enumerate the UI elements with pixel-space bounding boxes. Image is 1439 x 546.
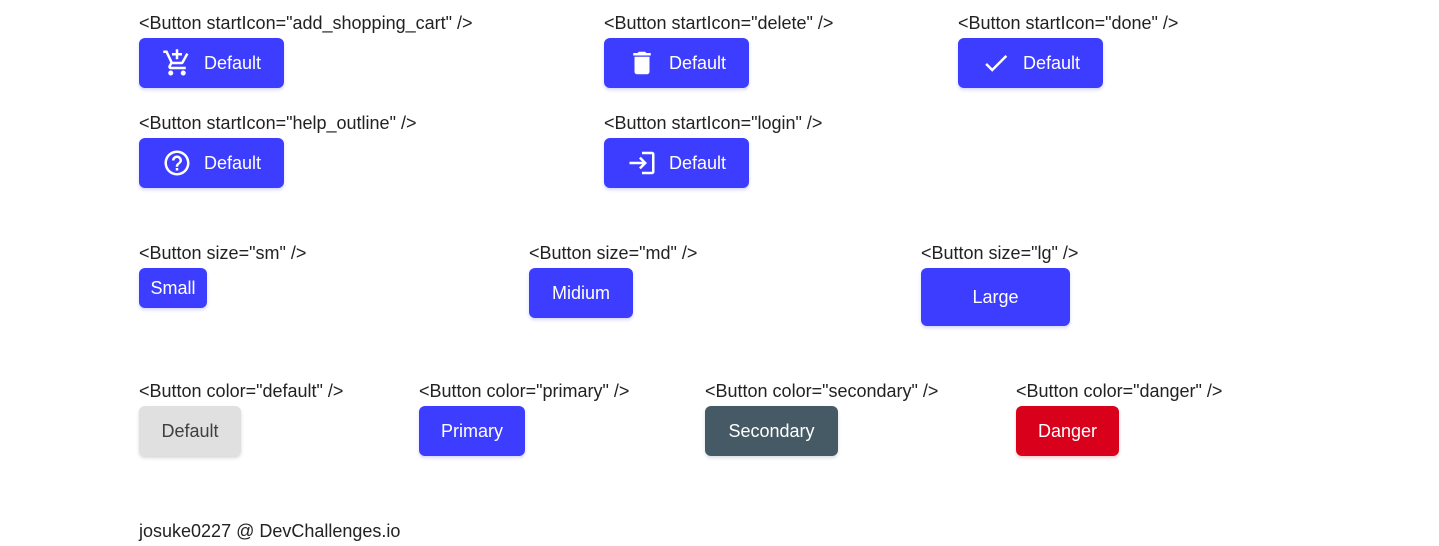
help-outline-icon	[162, 148, 192, 178]
demo-done: <Button startIcon="done" /> Default	[958, 12, 1179, 88]
page: <Button startIcon="add_shopping_cart" />…	[0, 0, 1439, 546]
demo-color-default: <Button color="default" /> Default	[139, 380, 344, 456]
demo-caption: <Button startIcon="done" />	[958, 13, 1179, 33]
demo-add-shopping-cart: <Button startIcon="add_shopping_cart" />…	[139, 12, 473, 88]
demo-delete: <Button startIcon="delete" /> Default	[604, 12, 834, 88]
demo-caption: <Button size="md" />	[529, 243, 698, 263]
large-button[interactable]: Large	[921, 268, 1070, 326]
demo-login: <Button startIcon="login" /> Default	[604, 112, 823, 188]
login-icon	[627, 148, 657, 178]
danger-button[interactable]: Danger	[1016, 406, 1119, 456]
demo-color-secondary: <Button color="secondary" /> Secondary	[705, 380, 939, 456]
button-label: Default	[203, 152, 262, 173]
demo-color-danger: <Button color="danger" /> Danger	[1016, 380, 1223, 456]
add-shopping-cart-icon	[162, 48, 192, 78]
add-shopping-cart-button[interactable]: Default	[139, 38, 284, 88]
demo-caption: <Button startIcon="delete" />	[604, 13, 834, 33]
done-icon	[981, 48, 1011, 78]
button-label: Default	[203, 52, 262, 73]
demo-caption: <Button startIcon="help_outline" />	[139, 113, 417, 133]
button-label: Default	[1022, 52, 1081, 73]
done-button[interactable]: Default	[958, 38, 1103, 88]
delete-icon	[627, 48, 657, 78]
demo-help-outline: <Button startIcon="help_outline" /> Defa…	[139, 112, 417, 188]
demo-caption: <Button color="secondary" />	[705, 381, 939, 401]
login-button[interactable]: Default	[604, 138, 749, 188]
footer-credit: josuke0227 @ DevChallenges.io	[139, 521, 401, 541]
delete-button[interactable]: Default	[604, 38, 749, 88]
demo-caption: <Button color="danger" />	[1016, 381, 1223, 401]
demo-caption: <Button size="lg" />	[921, 243, 1079, 263]
demo-caption: <Button startIcon="add_shopping_cart" />	[139, 13, 473, 33]
medium-button[interactable]: Midium	[529, 268, 633, 318]
demo-size-sm: <Button size="sm" /> Small	[139, 242, 307, 308]
demo-caption: <Button startIcon="login" />	[604, 113, 823, 133]
demo-size-md: <Button size="md" /> Midium	[529, 242, 698, 318]
button-label: Default	[668, 152, 727, 173]
secondary-button[interactable]: Secondary	[705, 406, 838, 456]
demo-caption: <Button color="primary" />	[419, 381, 630, 401]
default-color-button[interactable]: Default	[139, 406, 241, 456]
demo-caption: <Button color="default" />	[139, 381, 344, 401]
help-outline-button[interactable]: Default	[139, 138, 284, 188]
demo-color-primary: <Button color="primary" /> Primary	[419, 380, 630, 456]
demo-size-lg: <Button size="lg" /> Large	[921, 242, 1079, 326]
small-button[interactable]: Small	[139, 268, 207, 308]
primary-button[interactable]: Primary	[419, 406, 525, 456]
demo-caption: <Button size="sm" />	[139, 243, 307, 263]
button-label: Default	[668, 52, 727, 73]
